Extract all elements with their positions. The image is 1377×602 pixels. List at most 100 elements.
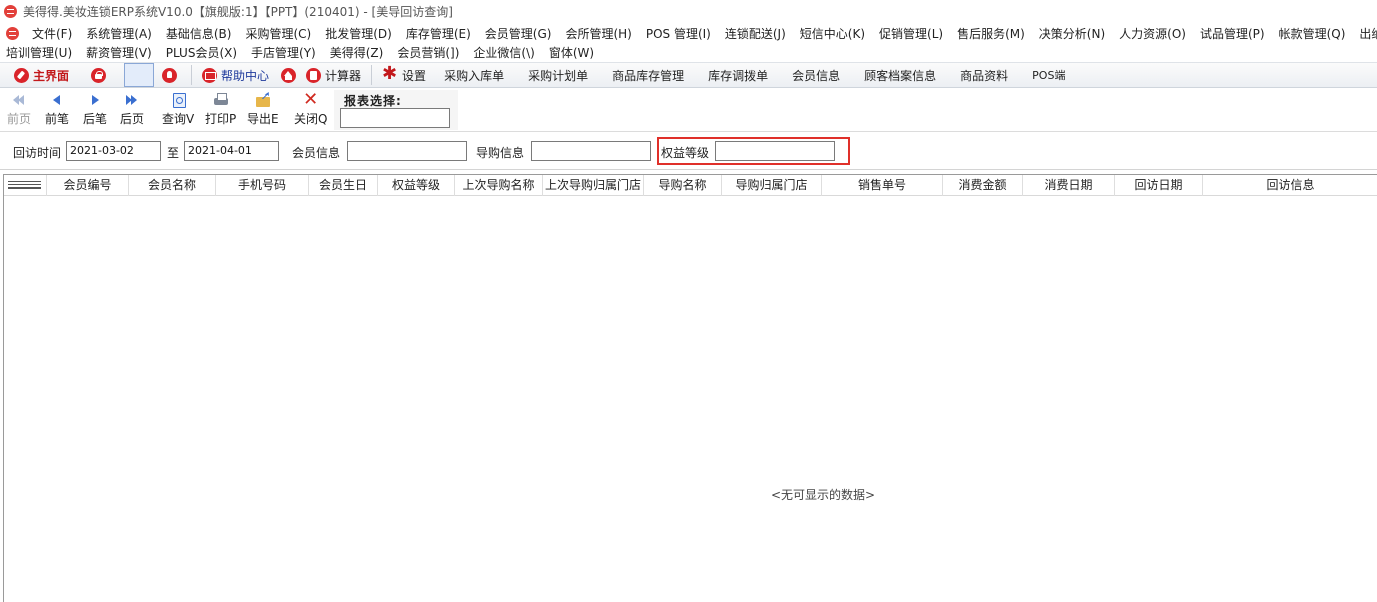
menu-member[interactable]: 会员管理(G) (478, 25, 559, 42)
home-button[interactable]: 主界面 (8, 64, 75, 86)
column-header[interactable]: 手机号码 (216, 175, 309, 196)
member-info-label: 会员信息 (292, 146, 341, 160)
column-header[interactable]: 上次导购归属门店 (543, 175, 644, 196)
empty-message: <无可显示的数据> (770, 488, 876, 502)
link-transfer-order[interactable]: 库存调拨单 (696, 64, 780, 86)
menu-hr[interactable]: 人力资源(O) (1112, 25, 1193, 42)
to-label: 至 (167, 146, 180, 160)
column-header[interactable]: 回访日期 (1115, 175, 1203, 196)
menu-purchase[interactable]: 采购管理(C) (238, 25, 318, 42)
settings-label: 设置 (402, 68, 427, 83)
link-customer-archive[interactable]: 顾客档案信息 (852, 64, 948, 86)
column-header[interactable]: 消费日期 (1023, 175, 1115, 196)
calculator-button[interactable]: 计算器 (306, 64, 367, 86)
toolbar: 前页 前笔 后笔 后页 查询V 打印P 导出E ✕ 关闭Q 报表选择: (0, 88, 1377, 132)
menu-lines-icon (8, 181, 41, 189)
menu-samples[interactable]: 试品管理(P) (1193, 25, 1272, 42)
menu-row-1: 文件(F) 系统管理(A) 基础信息(B) 采购管理(C) 批发管理(D) 库存… (0, 23, 1377, 43)
date-from-input[interactable]: 2021-03-02 (66, 141, 161, 161)
menu-club[interactable]: 会所管理(H) (558, 25, 638, 42)
last-page-label: 后页 (120, 112, 145, 126)
visit-time-label: 回访时间 (13, 146, 62, 160)
column-header[interactable]: 导购归属门店 (722, 175, 822, 196)
home-label: 主界面 (33, 68, 70, 83)
homepage-button[interactable] (275, 64, 306, 86)
menu-pos[interactable]: POS 管理(I) (639, 25, 718, 42)
column-header[interactable]: 回访信息 (1203, 175, 1377, 196)
query-button[interactable]: 查询V (162, 92, 194, 130)
link-member-info[interactable]: 会员信息 (780, 64, 852, 86)
column-header[interactable]: 消费金额 (943, 175, 1023, 196)
column-header[interactable]: 销售单号 (822, 175, 943, 196)
data-grid[interactable]: 会员编号 会员名称 手机号码 会员生日 权益等级 上次导购名称 上次导购归属门店… (3, 174, 1377, 602)
home-icon (281, 67, 297, 83)
report-select-input[interactable] (340, 108, 450, 128)
highlight-box (657, 137, 850, 165)
gear-icon (382, 64, 398, 84)
menu-logo-icon[interactable] (6, 26, 19, 40)
blank-tool-button[interactable] (124, 63, 155, 87)
close-icon: ✕ (303, 89, 319, 110)
menu-file[interactable]: 文件(F) (25, 25, 79, 42)
date-to-input[interactable]: 2021-04-01 (184, 141, 279, 161)
tip-button[interactable] (162, 64, 187, 86)
prev-record-label: 前笔 (45, 112, 70, 126)
menu-distribution[interactable]: 连锁配送(J) (718, 25, 793, 42)
row-indicator-column[interactable] (4, 175, 47, 196)
separator (371, 65, 373, 85)
column-header[interactable]: 导购名称 (644, 175, 722, 196)
last-page-button[interactable]: 后页 (120, 92, 144, 130)
column-header[interactable]: 上次导购名称 (455, 175, 543, 196)
member-info-input[interactable] (347, 141, 467, 161)
column-header[interactable]: 会员编号 (47, 175, 129, 196)
lock-icon (91, 67, 107, 83)
column-header[interactable]: 权益等级 (378, 175, 455, 196)
link-product-info[interactable]: 商品资料 (948, 64, 1020, 86)
calculator-icon (306, 67, 322, 83)
menu-sms[interactable]: 短信中心(K) (793, 25, 872, 42)
first-page-button[interactable]: 前页 (7, 92, 31, 130)
menu-system[interactable]: 系统管理(A) (79, 25, 159, 42)
report-selector: 报表选择: (334, 90, 458, 130)
title-bar: 美得得.美妆连锁ERP系统V10.0【旗舰版:1】【PPT】(210401) -… (0, 0, 1377, 22)
export-button[interactable]: 导出E (247, 92, 279, 130)
right-arrow-icon (87, 92, 103, 108)
monitor-icon (202, 67, 218, 83)
help-center-button[interactable]: 帮助中心 (196, 64, 275, 86)
link-stock-management[interactable]: 商品库存管理 (600, 64, 696, 86)
menu-plus-member[interactable]: PLUS会员(X) (159, 44, 244, 61)
menu-mobile-store[interactable]: 手店管理(Y) (244, 44, 323, 61)
double-right-icon (124, 92, 140, 108)
link-purchase-plan[interactable]: 采购计划单 (516, 64, 600, 86)
prev-record-button[interactable]: 前笔 (45, 92, 69, 130)
compass-icon (14, 67, 29, 83)
menu-window[interactable]: 窗体(W) (542, 44, 601, 61)
query-label: 查询V (162, 112, 195, 126)
menu-after-sales[interactable]: 售后服务(M) (950, 25, 1032, 42)
menu-meidede[interactable]: 美得得(Z) (323, 44, 391, 61)
menu-basic-info[interactable]: 基础信息(B) (159, 25, 239, 42)
link-pos[interactable]: POS端 (1020, 64, 1077, 86)
column-header[interactable]: 会员生日 (309, 175, 378, 196)
close-button[interactable]: ✕ 关闭Q (294, 89, 327, 130)
lock-button[interactable] (85, 64, 116, 86)
print-button[interactable]: 打印P (205, 92, 236, 130)
left-arrow-icon (49, 92, 65, 108)
next-record-button[interactable]: 后笔 (83, 92, 107, 130)
settings-button[interactable]: 设置 (376, 64, 432, 86)
column-header[interactable]: 会员名称 (129, 175, 216, 196)
menu-promotion[interactable]: 促销管理(L) (872, 25, 950, 42)
menu-inventory[interactable]: 库存管理(E) (399, 25, 478, 42)
menu-salary[interactable]: 薪资管理(V) (79, 44, 159, 61)
app-logo-icon (4, 4, 17, 18)
menu-member-marketing[interactable]: 会员营销(]) (390, 44, 466, 61)
menu-accounts[interactable]: 帐款管理(Q) (1272, 25, 1353, 42)
menu-analysis[interactable]: 决策分析(N) (1032, 25, 1112, 42)
menu-wecom[interactable]: 企业微信(\) (466, 44, 541, 61)
link-purchase-receipt[interactable]: 采购入库单 (432, 64, 516, 86)
window-title: 美得得.美妆连锁ERP系统V10.0【旗舰版:1】【PPT】(210401) -… (23, 4, 453, 19)
menu-training[interactable]: 培训管理(U) (0, 44, 79, 61)
guide-info-input[interactable] (531, 141, 651, 161)
menu-wholesale[interactable]: 批发管理(D) (318, 25, 399, 42)
menu-cashier[interactable]: 出纳管理 (1352, 25, 1377, 42)
